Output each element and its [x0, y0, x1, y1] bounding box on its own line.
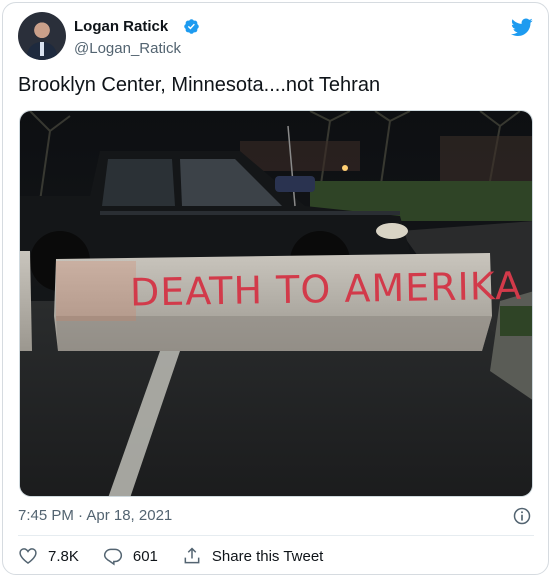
reply-icon: [103, 548, 122, 566]
share-label: Share this Tweet: [211, 547, 324, 565]
like-button[interactable]: 7.8K: [18, 546, 79, 566]
info-icon[interactable]: [512, 506, 532, 526]
avatar[interactable]: [18, 12, 66, 60]
verified-badge-icon: [184, 19, 199, 34]
heart-icon: [19, 548, 37, 565]
reply-count: 601: [132, 547, 158, 565]
author-name[interactable]: Logan Ratick: [74, 18, 168, 35]
tweet-timestamp[interactable]: 7:45 PM · Apr 18, 2021: [18, 507, 172, 524]
share-icon: [184, 547, 200, 564]
twitter-bird-icon[interactable]: [509, 16, 535, 38]
share-tweet-button[interactable]: Share this Tweet: [182, 546, 323, 566]
tweet-text: Brooklyn Center, Minnesota....not Tehran: [18, 74, 381, 96]
like-count: 7.8K: [48, 547, 79, 565]
tweet-photo[interactable]: DEATH TO AMERIKA: [19, 110, 533, 497]
divider: [18, 535, 534, 536]
author-handle[interactable]: @Logan_Ratick: [74, 40, 181, 57]
barrier-graffiti: DEATH TO AMERIKA: [130, 264, 523, 315]
reply-button[interactable]: 601: [103, 546, 158, 566]
tweet-actions: 7.8K 601 Share this Tweet: [18, 543, 347, 569]
